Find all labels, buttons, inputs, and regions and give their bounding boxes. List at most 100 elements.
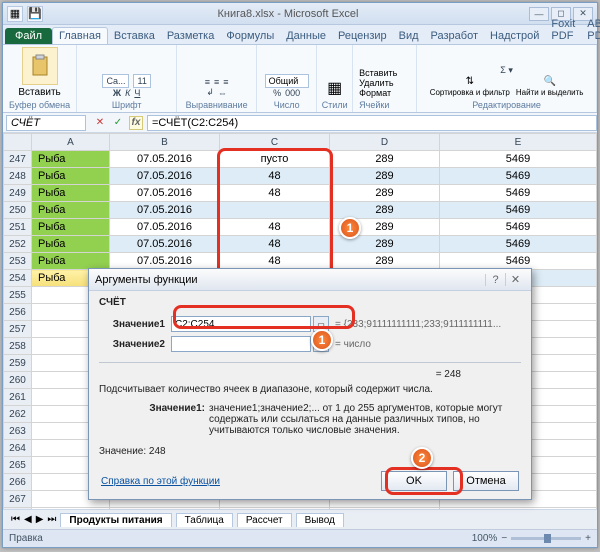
tab-dev[interactable]: Разработ xyxy=(425,28,484,44)
tab-review[interactable]: Рецензир xyxy=(332,28,393,44)
align-right-icon[interactable]: ≡ xyxy=(223,77,228,87)
cancel-button[interactable]: Отмена xyxy=(453,471,519,491)
cell[interactable]: 07.05.2016 xyxy=(110,236,220,253)
sheet-tab-1[interactable]: Таблица xyxy=(176,513,233,527)
wrap-icon[interactable]: ↲ xyxy=(206,87,214,98)
name-box[interactable]: СЧЁТ xyxy=(6,115,86,131)
cell[interactable]: 07.05.2016 xyxy=(110,253,220,270)
col-header-a[interactable]: A xyxy=(32,134,110,151)
cell[interactable]: 48 xyxy=(220,168,330,185)
cell[interactable]: 07.05.2016 xyxy=(110,202,220,219)
cells-insert[interactable]: Вставить xyxy=(359,68,397,78)
cells-delete[interactable]: Удалить xyxy=(359,78,393,88)
cell[interactable]: 48 xyxy=(220,236,330,253)
tab-abbyy[interactable]: ABBYY PDF xyxy=(581,16,600,44)
fx-icon[interactable]: fx xyxy=(129,116,143,130)
cell[interactable]: Рыба xyxy=(32,185,110,202)
cell[interactable]: Рыба xyxy=(32,202,110,219)
cancel-formula-icon[interactable]: ✕ xyxy=(93,116,107,130)
cell[interactable]: 289 xyxy=(330,151,440,168)
cell[interactable]: 48 xyxy=(220,185,330,202)
align-center-icon[interactable]: ≡ xyxy=(214,77,219,87)
dialog-help-icon[interactable]: ? xyxy=(485,274,505,286)
row-header[interactable]: 256 xyxy=(4,304,32,321)
cell[interactable]: 5469 xyxy=(440,236,597,253)
tab-home[interactable]: Главная xyxy=(52,27,108,44)
row-header[interactable]: 248 xyxy=(4,168,32,185)
sheet-tab-3[interactable]: Вывод xyxy=(296,513,344,527)
row-header[interactable]: 268 xyxy=(4,508,32,510)
cell[interactable] xyxy=(220,202,330,219)
cell[interactable]: 07.05.2016 xyxy=(110,185,220,202)
cell[interactable]: 5469 xyxy=(440,253,597,270)
row-header[interactable]: 252 xyxy=(4,236,32,253)
row-header[interactable]: 250 xyxy=(4,202,32,219)
cell[interactable]: 289 xyxy=(330,202,440,219)
font-name-select[interactable]: Ca... xyxy=(102,74,129,88)
cell[interactable]: Рыба xyxy=(32,253,110,270)
merge-icon[interactable]: ⇔ xyxy=(218,88,227,98)
underline-icon[interactable]: Ч xyxy=(134,88,140,98)
file-tab[interactable]: Файл xyxy=(5,28,52,44)
ok-button[interactable]: OK xyxy=(381,471,447,491)
number-format-select[interactable]: Общий xyxy=(265,74,309,88)
tab-layout[interactable]: Разметка xyxy=(161,28,221,44)
zoom-out-icon[interactable]: − xyxy=(501,533,507,544)
cell[interactable]: Рыба xyxy=(32,219,110,236)
cell[interactable]: 289 xyxy=(330,253,440,270)
row-header[interactable]: 266 xyxy=(4,474,32,491)
find-icon[interactable]: 🔍 xyxy=(516,76,584,87)
zoom-in-icon[interactable]: + xyxy=(585,533,591,544)
save-icon[interactable]: 💾 xyxy=(27,6,43,22)
sum-icon[interactable]: Σ ▾ xyxy=(500,65,513,76)
cell[interactable]: 07.05.2016 xyxy=(110,219,220,236)
font-size-select[interactable]: 11 xyxy=(133,74,150,88)
sheet-nav-prev-icon[interactable]: ◀ xyxy=(24,514,32,525)
col-header-c[interactable]: C xyxy=(220,134,330,151)
cell[interactable]: 07.05.2016 xyxy=(110,151,220,168)
sheet-tab-active[interactable]: Продукты питания xyxy=(60,513,171,527)
arg1-input[interactable] xyxy=(171,316,311,332)
cell[interactable]: 289 xyxy=(330,168,440,185)
paste-button[interactable] xyxy=(22,47,58,85)
col-header-b[interactable]: B xyxy=(110,134,220,151)
accept-formula-icon[interactable]: ✓ xyxy=(111,116,125,130)
sheet-nav-last-icon[interactable]: ⏭ xyxy=(47,514,56,525)
row-header[interactable]: 262 xyxy=(4,406,32,423)
cell[interactable]: 07.05.2016 xyxy=(110,168,220,185)
row-header[interactable]: 265 xyxy=(4,457,32,474)
sheet-tab-2[interactable]: Рассчет xyxy=(237,513,292,527)
tab-view[interactable]: Вид xyxy=(393,28,425,44)
tab-addins[interactable]: Надстрой xyxy=(484,28,545,44)
cell[interactable]: Рыба xyxy=(32,151,110,168)
cell[interactable]: 5469 xyxy=(440,219,597,236)
row-header[interactable]: 254 xyxy=(4,270,32,287)
cell[interactable]: пусто xyxy=(220,151,330,168)
tab-foxit[interactable]: Foxit PDF xyxy=(545,16,581,44)
cell[interactable]: 48 xyxy=(220,253,330,270)
arg2-input[interactable] xyxy=(171,336,311,352)
formula-bar[interactable]: =СЧЁТ(C2:C254) xyxy=(147,115,597,131)
percent-icon[interactable]: % xyxy=(273,88,281,98)
tab-insert[interactable]: Вставка xyxy=(108,28,161,44)
cell[interactable]: Рыба xyxy=(32,168,110,185)
styles-icon[interactable]: ▦ xyxy=(327,78,342,98)
row-header[interactable]: 253 xyxy=(4,253,32,270)
align-left-icon[interactable]: ≡ xyxy=(205,77,210,87)
row-header[interactable]: 255 xyxy=(4,287,32,304)
zoom-slider[interactable] xyxy=(511,537,581,540)
row-header[interactable]: 258 xyxy=(4,338,32,355)
cell[interactable]: 48 xyxy=(220,219,330,236)
cell[interactable]: 5469 xyxy=(440,168,597,185)
col-header-d[interactable]: D xyxy=(330,134,440,151)
row-header[interactable]: 264 xyxy=(4,440,32,457)
row-header[interactable]: 247 xyxy=(4,151,32,168)
col-header-e[interactable]: E xyxy=(440,134,597,151)
cells-format[interactable]: Формат xyxy=(359,88,391,98)
tab-formulas[interactable]: Формулы xyxy=(220,28,280,44)
row-header[interactable]: 259 xyxy=(4,355,32,372)
dialog-close-icon[interactable]: ✕ xyxy=(505,273,525,286)
italic-icon[interactable]: К xyxy=(125,88,130,98)
row-header[interactable]: 257 xyxy=(4,321,32,338)
cell[interactable]: 289 xyxy=(330,185,440,202)
